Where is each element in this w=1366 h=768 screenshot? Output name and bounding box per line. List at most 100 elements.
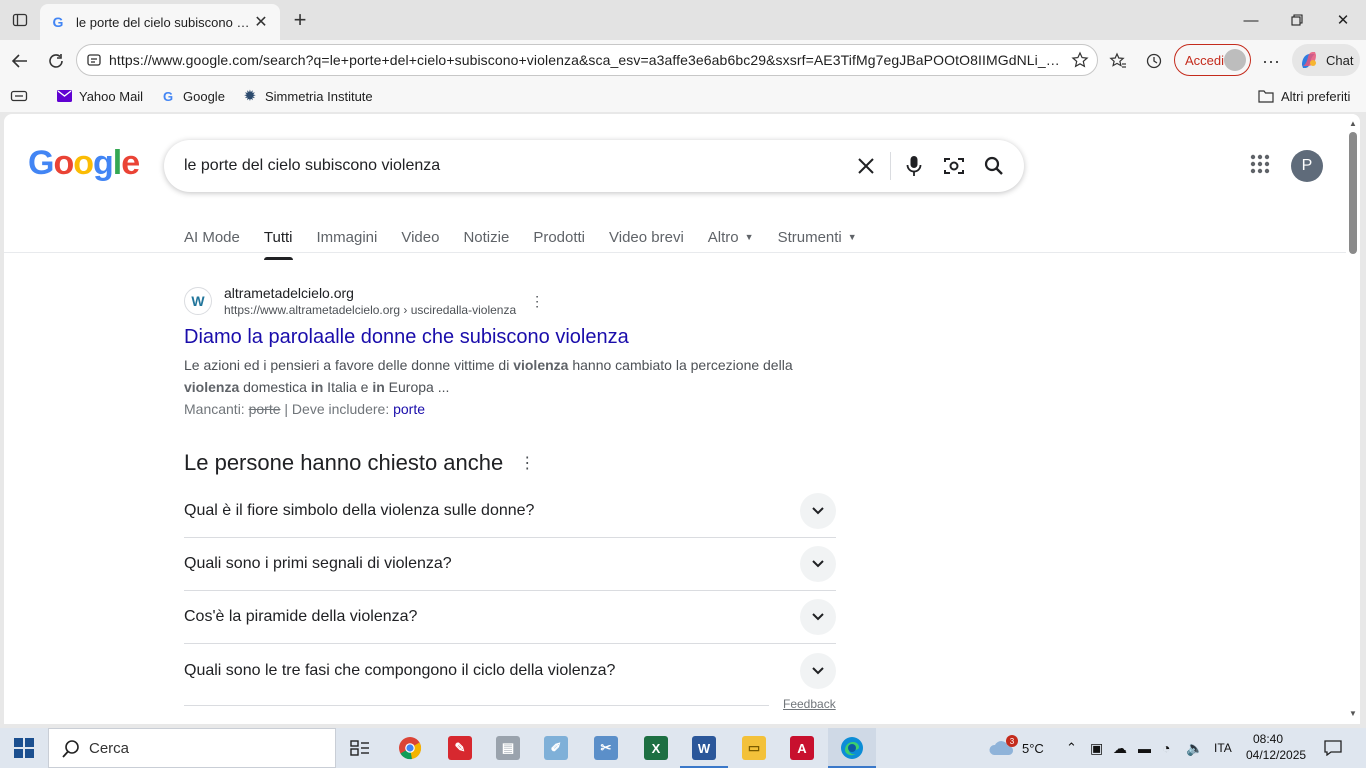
signin-button[interactable]: Accedi — [1174, 44, 1251, 76]
taskbar: Cerca ✎ ▤ ✐ ✂ X W ▭ A 3 5°C ⌃ ▣ ☁ ▬ ◔ 🔈 … — [0, 728, 1366, 768]
taskbar-chrome[interactable] — [386, 728, 434, 768]
tab-immagini[interactable]: Immagini — [317, 222, 378, 252]
clear-search-icon[interactable] — [854, 154, 878, 178]
taskbar-word[interactable]: W — [680, 728, 728, 768]
network-icon[interactable]: ◔ — [1162, 728, 1170, 768]
chevron-down-icon[interactable] — [800, 652, 836, 689]
tab-video[interactable]: Video — [401, 222, 439, 252]
favorite-google[interactable]: G Google — [160, 86, 225, 106]
tab-prodotti[interactable]: Prodotti — [533, 222, 585, 252]
tab-tutti[interactable]: Tutti — [263, 222, 293, 260]
paa-more-icon[interactable]: ⋮ — [519, 453, 535, 473]
tab-actions-icon[interactable] — [8, 8, 32, 32]
search-query: le porte del cielo subiscono violenza — [184, 157, 441, 174]
site-info-icon[interactable] — [86, 52, 102, 68]
result-more-icon[interactable]: ⋮ — [530, 293, 544, 310]
meet-now-icon[interactable]: ▣ — [1090, 728, 1103, 768]
taskbar-file-explorer[interactable]: ▭ — [730, 728, 778, 768]
google-doodle-logo[interactable]: Google — [28, 144, 140, 184]
copilot-chat-button[interactable]: Chat — [1292, 44, 1360, 76]
close-window-button[interactable]: ✕ — [1328, 6, 1358, 34]
google-account-avatar[interactable]: P — [1291, 150, 1323, 182]
lens-search-icon[interactable] — [942, 154, 966, 178]
volume-icon[interactable]: 🔈 — [1186, 728, 1203, 768]
tab-label: Strumenti — [777, 228, 842, 246]
tab-label: Altro — [707, 228, 739, 246]
google-apps-icon[interactable] — [1250, 154, 1274, 178]
more-options-icon[interactable]: ··· — [1258, 48, 1284, 74]
tab-ai-mode[interactable]: AI Mode — [184, 222, 240, 252]
must-include-link[interactable]: porte — [393, 401, 425, 417]
battery-icon[interactable]: ▬ — [1138, 728, 1151, 768]
caret-down-icon: ▼ — [744, 232, 754, 242]
minimize-button[interactable]: — — [1236, 6, 1266, 34]
taskbar-acrobat-sign[interactable]: ✎ — [436, 728, 484, 768]
history-icon[interactable] — [1141, 48, 1167, 74]
profile-avatar-icon — [1224, 49, 1246, 71]
favorites-bar: Yahoo Mail G Google ✹ Simmetria Institut… — [0, 80, 1366, 112]
restore-button[interactable] — [1282, 6, 1312, 34]
new-tab-button[interactable]: + — [288, 7, 312, 32]
paa-question[interactable]: Cos'è la piramide della violenza? — [184, 591, 836, 644]
favorites-icon[interactable] — [1105, 48, 1131, 74]
paa-question[interactable]: Qual è il fiore simbolo della violenza s… — [184, 485, 836, 538]
paa-question-text: Quali sono i primi segnali di violenza? — [184, 555, 452, 572]
chevron-down-icon[interactable] — [800, 493, 836, 529]
taskbar-search[interactable]: Cerca — [48, 728, 336, 768]
feedback-link[interactable]: Feedback — [783, 697, 836, 711]
scroll-thumb[interactable] — [1349, 132, 1357, 254]
page-viewport: Google le porte del cielo subiscono viol… — [4, 114, 1360, 724]
people-also-ask-list: Qual è il fiore simbolo della violenza s… — [184, 485, 836, 697]
yahoo-mail-icon — [56, 88, 72, 104]
language-indicator[interactable]: ITA — [1214, 728, 1232, 768]
tab-video-brevi[interactable]: Video brevi — [609, 222, 684, 252]
search-box[interactable]: le porte del cielo subiscono violenza — [164, 140, 1024, 192]
tab-label: Video brevi — [609, 228, 684, 246]
reload-icon[interactable] — [43, 48, 69, 74]
back-arrow-icon[interactable] — [7, 48, 33, 74]
result-title-link[interactable]: Diamo la parolaalle donne che subiscono … — [184, 324, 844, 350]
taskbar-excel[interactable]: X — [632, 728, 680, 768]
taskbar-printer[interactable]: ▤ — [484, 728, 532, 768]
favorite-label: Simmetria Institute — [265, 88, 373, 104]
taskbar-paint[interactable]: ✐ — [532, 728, 580, 768]
windows-start-icon[interactable] — [14, 738, 34, 758]
paint-icon: ✐ — [544, 736, 568, 760]
search-result: W altrametadelcielo.org https://www.altr… — [184, 284, 844, 420]
tab-close-icon[interactable]: ✕ — [252, 13, 270, 31]
paa-question[interactable]: Quali sono i primi segnali di violenza? — [184, 538, 836, 591]
tab-label: Immagini — [316, 228, 378, 246]
chevron-down-icon[interactable] — [800, 599, 836, 635]
notifications-icon[interactable] — [1324, 728, 1342, 768]
taskbar-acrobat[interactable]: A — [778, 728, 826, 768]
clock[interactable]: 08:40 04/12/2025 — [1246, 731, 1306, 763]
paa-bottom-divider — [184, 705, 769, 706]
tab-strumenti[interactable]: Strumenti ▼ — [778, 222, 857, 252]
taskbar-edge[interactable] — [828, 728, 876, 768]
search-tabs: AI Mode Tutti Immagini Video Notizie Pro… — [184, 222, 881, 260]
search-icon[interactable] — [982, 154, 1006, 178]
favorite-simmetria[interactable]: ✹ Simmetria Institute — [242, 86, 373, 106]
result-source[interactable]: W altrametadelcielo.org https://www.altr… — [184, 284, 844, 318]
scroll-up-icon[interactable]: ▲ — [1348, 118, 1358, 128]
paa-question[interactable]: Quali sono le tre fasi che compongono il… — [184, 644, 836, 697]
task-view-button[interactable] — [336, 728, 384, 768]
cloud-off-icon[interactable]: ☁ — [1113, 728, 1127, 768]
scroll-down-icon[interactable]: ▼ — [1348, 708, 1358, 718]
chevron-down-icon[interactable] — [800, 546, 836, 582]
address-bar[interactable]: https://www.google.com/search?q=le+porte… — [76, 44, 1098, 76]
google-icon: G — [162, 88, 174, 104]
tab-altro[interactable]: Altro ▼ — [708, 222, 754, 252]
weather-widget[interactable]: 3 5°C — [988, 728, 1044, 768]
voice-search-icon[interactable] — [902, 154, 926, 178]
taskbar-snipping[interactable]: ✂ — [582, 728, 630, 768]
browser-tab[interactable]: G le porte del cielo subiscono violenza … — [40, 4, 280, 40]
page-scrollbar[interactable]: ▲ ▼ — [1346, 114, 1360, 724]
favorites-collection-icon[interactable] — [10, 86, 28, 106]
tray-overflow-icon[interactable]: ⌃ — [1066, 728, 1077, 768]
tab-label: Tutti — [263, 228, 293, 246]
other-favorites-folder[interactable]: Altri preferiti — [1258, 86, 1350, 106]
favorite-yahoo-mail[interactable]: Yahoo Mail — [56, 86, 143, 106]
favorite-star-icon[interactable] — [1071, 51, 1089, 69]
tab-notizie[interactable]: Notizie — [463, 222, 509, 252]
